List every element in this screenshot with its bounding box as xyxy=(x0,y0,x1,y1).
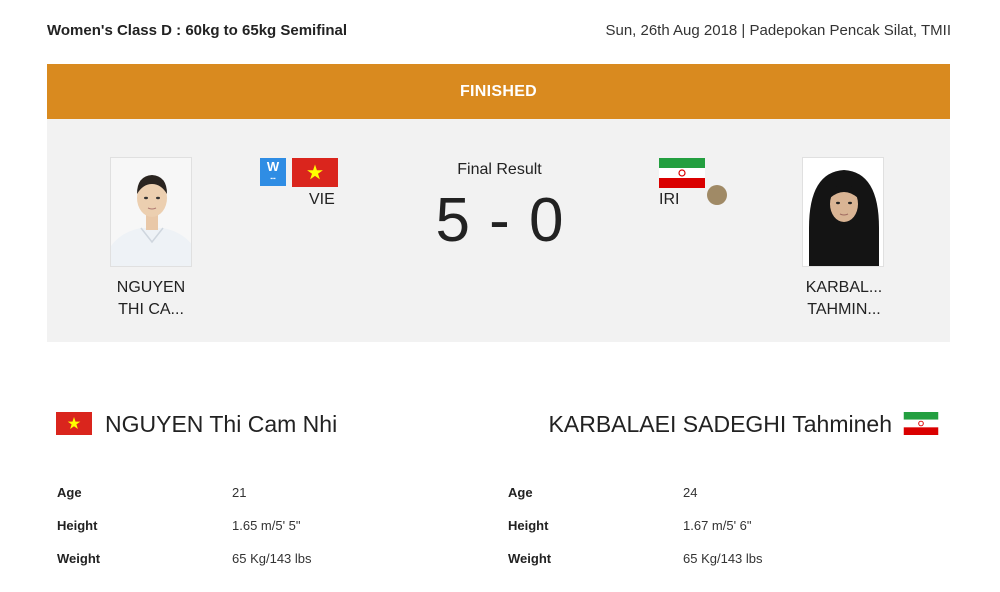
country-code-right: IRI xyxy=(659,191,680,208)
short-name-line2-left: THI CA... xyxy=(118,301,184,318)
match-status-bar: FINISHED xyxy=(47,64,950,119)
info-key: Height xyxy=(57,518,98,533)
vietnam-flag-icon xyxy=(56,412,92,435)
match-result-panel: NGUYEN THI CA... W ▪▪▪ VIE Final Result … xyxy=(47,119,950,342)
iran-flag-icon xyxy=(659,158,705,188)
info-value: 65 Kg/143 lbs xyxy=(232,551,312,566)
info-row-age: Age 24 xyxy=(508,485,763,518)
info-value: 1.67 m/5' 6" xyxy=(683,518,752,533)
iran-flag-icon xyxy=(903,412,939,435)
info-key: Age xyxy=(57,485,82,500)
info-value: 65 Kg/143 lbs xyxy=(683,551,763,566)
info-value: 1.65 m/5' 5" xyxy=(232,518,301,533)
athlete-photo-left[interactable] xyxy=(110,157,192,267)
info-key: Weight xyxy=(508,551,552,566)
info-row-age: Age 21 xyxy=(57,485,312,518)
info-key: Age xyxy=(508,485,533,500)
info-key: Weight xyxy=(57,551,101,566)
info-value: 21 xyxy=(232,485,247,500)
country-code-left: VIE xyxy=(309,191,335,208)
info-row-height: Height 1.65 m/5' 5" xyxy=(57,518,312,551)
short-name-line2-right: TAHMIN... xyxy=(807,301,881,318)
winner-badge-letter: W xyxy=(266,159,280,174)
athlete-full-name-left: NGUYEN Thi Cam Nhi xyxy=(105,411,338,437)
short-name-line1-left: NGUYEN xyxy=(116,279,186,296)
short-name-line1-right: KARBAL... xyxy=(805,279,883,296)
info-key: Height xyxy=(508,518,549,533)
athlete-short-name-right[interactable]: KARBAL... TAHMIN... xyxy=(784,277,904,321)
event-title: Women's Class D : 60kg to 65kg Semifinal xyxy=(47,22,348,39)
athlete-short-name-left[interactable]: NGUYEN THI CA... xyxy=(91,277,211,321)
final-result-label: Final Result xyxy=(457,161,542,178)
athlete-full-name-right: KARBALAEI SADEGHI Tahmineh xyxy=(548,411,892,437)
info-row-height: Height 1.67 m/5' 6" xyxy=(508,518,763,551)
match-header: Women's Class D : 60kg to 65kg Semifinal… xyxy=(0,0,1000,62)
athlete-info-table-right: Age 24 Height 1.67 m/5' 6" Weight 65 Kg/… xyxy=(508,485,763,584)
info-row-weight: Weight 65 Kg/143 lbs xyxy=(508,551,763,584)
info-value: 24 xyxy=(683,485,698,500)
athlete-photo-right[interactable] xyxy=(802,157,884,267)
vietnam-flag-icon xyxy=(292,158,338,187)
match-status-label: FINISHED xyxy=(459,82,538,100)
info-row-weight: Weight 65 Kg/143 lbs xyxy=(57,551,312,584)
athlete-info-table-left: Age 21 Height 1.65 m/5' 5" Weight 65 Kg/… xyxy=(57,485,312,584)
event-date-venue: Sun, 26th Aug 2018 | Padepokan Pencak Si… xyxy=(605,22,951,39)
winner-badge-icon: W ▪▪▪ xyxy=(260,158,286,186)
ball-icon xyxy=(707,185,727,205)
match-score: 5 - 0 xyxy=(435,186,565,255)
